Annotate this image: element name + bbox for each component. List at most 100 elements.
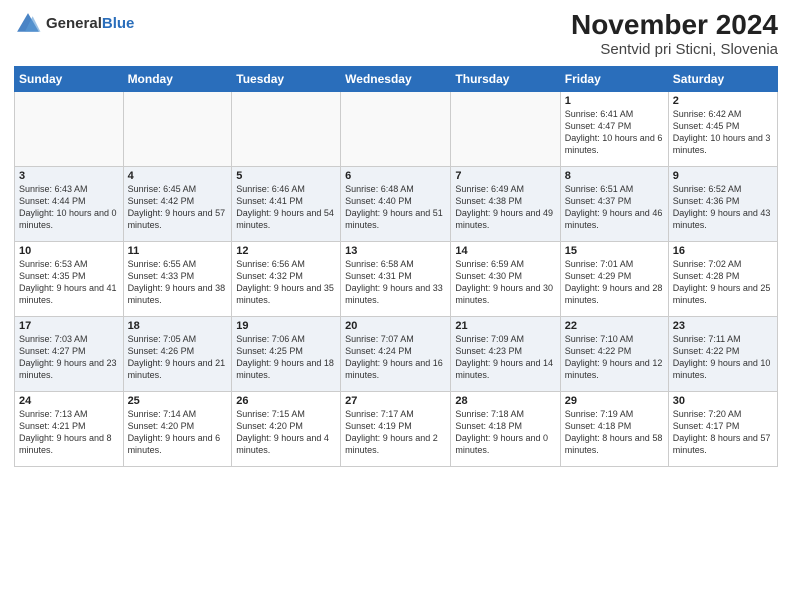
day-info: Sunrise: 7:15 AM Sunset: 4:20 PM Dayligh… [236, 408, 336, 457]
day-number: 17 [19, 320, 119, 332]
table-row: 22Sunrise: 7:10 AM Sunset: 4:22 PM Dayli… [560, 316, 668, 391]
table-row: 1Sunrise: 6:41 AM Sunset: 4:47 PM Daylig… [560, 91, 668, 166]
day-number: 25 [128, 395, 228, 407]
day-info: Sunrise: 6:46 AM Sunset: 4:41 PM Dayligh… [236, 183, 336, 232]
logo-blue: Blue [102, 15, 135, 32]
day-number: 29 [565, 395, 664, 407]
table-row: 7Sunrise: 6:49 AM Sunset: 4:38 PM Daylig… [451, 166, 560, 241]
day-number: 7 [455, 170, 555, 182]
day-number: 1 [565, 95, 664, 107]
table-row: 28Sunrise: 7:18 AM Sunset: 4:18 PM Dayli… [451, 391, 560, 466]
day-info: Sunrise: 7:07 AM Sunset: 4:24 PM Dayligh… [345, 333, 446, 382]
page-title: November 2024 [571, 10, 778, 41]
logo-general: General [46, 15, 102, 32]
day-number: 18 [128, 320, 228, 332]
day-info: Sunrise: 6:43 AM Sunset: 4:44 PM Dayligh… [19, 183, 119, 232]
day-number: 23 [673, 320, 773, 332]
day-number: 12 [236, 245, 336, 257]
day-number: 13 [345, 245, 446, 257]
calendar-week-row: 3Sunrise: 6:43 AM Sunset: 4:44 PM Daylig… [15, 166, 778, 241]
day-info: Sunrise: 6:52 AM Sunset: 4:36 PM Dayligh… [673, 183, 773, 232]
table-row: 14Sunrise: 6:59 AM Sunset: 4:30 PM Dayli… [451, 241, 560, 316]
calendar-week-row: 17Sunrise: 7:03 AM Sunset: 4:27 PM Dayli… [15, 316, 778, 391]
day-info: Sunrise: 6:55 AM Sunset: 4:33 PM Dayligh… [128, 258, 228, 307]
day-number: 21 [455, 320, 555, 332]
table-row: 9Sunrise: 6:52 AM Sunset: 4:36 PM Daylig… [668, 166, 777, 241]
calendar-table: Sunday Monday Tuesday Wednesday Thursday… [14, 66, 778, 467]
day-info: Sunrise: 7:19 AM Sunset: 4:18 PM Dayligh… [565, 408, 664, 457]
table-row: 27Sunrise: 7:17 AM Sunset: 4:19 PM Dayli… [341, 391, 451, 466]
table-row [123, 91, 232, 166]
col-thursday: Thursday [451, 66, 560, 91]
page-subtitle: Sentvid pri Sticni, Slovenia [571, 41, 778, 58]
col-saturday: Saturday [668, 66, 777, 91]
day-info: Sunrise: 7:02 AM Sunset: 4:28 PM Dayligh… [673, 258, 773, 307]
table-row: 11Sunrise: 6:55 AM Sunset: 4:33 PM Dayli… [123, 241, 232, 316]
day-number: 27 [345, 395, 446, 407]
day-number: 9 [673, 170, 773, 182]
logo: GeneralBlue [14, 10, 134, 38]
day-info: Sunrise: 7:11 AM Sunset: 4:22 PM Dayligh… [673, 333, 773, 382]
day-info: Sunrise: 6:48 AM Sunset: 4:40 PM Dayligh… [345, 183, 446, 232]
day-info: Sunrise: 7:18 AM Sunset: 4:18 PM Dayligh… [455, 408, 555, 457]
table-row: 25Sunrise: 7:14 AM Sunset: 4:20 PM Dayli… [123, 391, 232, 466]
day-info: Sunrise: 7:17 AM Sunset: 4:19 PM Dayligh… [345, 408, 446, 457]
table-row [15, 91, 124, 166]
day-number: 30 [673, 395, 773, 407]
day-number: 24 [19, 395, 119, 407]
page-header: GeneralBlue November 2024 Sentvid pri St… [14, 10, 778, 58]
day-number: 22 [565, 320, 664, 332]
day-info: Sunrise: 6:56 AM Sunset: 4:32 PM Dayligh… [236, 258, 336, 307]
day-number: 20 [345, 320, 446, 332]
day-number: 3 [19, 170, 119, 182]
table-row: 5Sunrise: 6:46 AM Sunset: 4:41 PM Daylig… [232, 166, 341, 241]
table-row: 6Sunrise: 6:48 AM Sunset: 4:40 PM Daylig… [341, 166, 451, 241]
day-info: Sunrise: 7:05 AM Sunset: 4:26 PM Dayligh… [128, 333, 228, 382]
table-row: 26Sunrise: 7:15 AM Sunset: 4:20 PM Dayli… [232, 391, 341, 466]
day-info: Sunrise: 6:53 AM Sunset: 4:35 PM Dayligh… [19, 258, 119, 307]
day-info: Sunrise: 7:09 AM Sunset: 4:23 PM Dayligh… [455, 333, 555, 382]
day-number: 15 [565, 245, 664, 257]
calendar-week-row: 10Sunrise: 6:53 AM Sunset: 4:35 PM Dayli… [15, 241, 778, 316]
col-sunday: Sunday [15, 66, 124, 91]
day-info: Sunrise: 7:03 AM Sunset: 4:27 PM Dayligh… [19, 333, 119, 382]
day-number: 16 [673, 245, 773, 257]
day-number: 11 [128, 245, 228, 257]
day-number: 26 [236, 395, 336, 407]
day-number: 19 [236, 320, 336, 332]
day-number: 10 [19, 245, 119, 257]
table-row [232, 91, 341, 166]
table-row: 29Sunrise: 7:19 AM Sunset: 4:18 PM Dayli… [560, 391, 668, 466]
logo-icon [14, 10, 42, 38]
day-info: Sunrise: 6:41 AM Sunset: 4:47 PM Dayligh… [565, 108, 664, 157]
col-tuesday: Tuesday [232, 66, 341, 91]
table-row: 24Sunrise: 7:13 AM Sunset: 4:21 PM Dayli… [15, 391, 124, 466]
table-row [451, 91, 560, 166]
col-friday: Friday [560, 66, 668, 91]
table-row: 13Sunrise: 6:58 AM Sunset: 4:31 PM Dayli… [341, 241, 451, 316]
table-row: 10Sunrise: 6:53 AM Sunset: 4:35 PM Dayli… [15, 241, 124, 316]
day-info: Sunrise: 7:10 AM Sunset: 4:22 PM Dayligh… [565, 333, 664, 382]
table-row: 12Sunrise: 6:56 AM Sunset: 4:32 PM Dayli… [232, 241, 341, 316]
table-row: 2Sunrise: 6:42 AM Sunset: 4:45 PM Daylig… [668, 91, 777, 166]
table-row: 30Sunrise: 7:20 AM Sunset: 4:17 PM Dayli… [668, 391, 777, 466]
table-row: 4Sunrise: 6:45 AM Sunset: 4:42 PM Daylig… [123, 166, 232, 241]
day-number: 4 [128, 170, 228, 182]
day-info: Sunrise: 7:20 AM Sunset: 4:17 PM Dayligh… [673, 408, 773, 457]
table-row: 16Sunrise: 7:02 AM Sunset: 4:28 PM Dayli… [668, 241, 777, 316]
col-wednesday: Wednesday [341, 66, 451, 91]
day-info: Sunrise: 7:13 AM Sunset: 4:21 PM Dayligh… [19, 408, 119, 457]
day-number: 5 [236, 170, 336, 182]
day-info: Sunrise: 7:06 AM Sunset: 4:25 PM Dayligh… [236, 333, 336, 382]
day-number: 28 [455, 395, 555, 407]
table-row: 19Sunrise: 7:06 AM Sunset: 4:25 PM Dayli… [232, 316, 341, 391]
day-info: Sunrise: 6:58 AM Sunset: 4:31 PM Dayligh… [345, 258, 446, 307]
day-number: 14 [455, 245, 555, 257]
calendar-header-row: Sunday Monday Tuesday Wednesday Thursday… [15, 66, 778, 91]
table-row: 18Sunrise: 7:05 AM Sunset: 4:26 PM Dayli… [123, 316, 232, 391]
table-row: 23Sunrise: 7:11 AM Sunset: 4:22 PM Dayli… [668, 316, 777, 391]
calendar-week-row: 24Sunrise: 7:13 AM Sunset: 4:21 PM Dayli… [15, 391, 778, 466]
day-info: Sunrise: 6:42 AM Sunset: 4:45 PM Dayligh… [673, 108, 773, 157]
day-number: 2 [673, 95, 773, 107]
day-info: Sunrise: 7:01 AM Sunset: 4:29 PM Dayligh… [565, 258, 664, 307]
